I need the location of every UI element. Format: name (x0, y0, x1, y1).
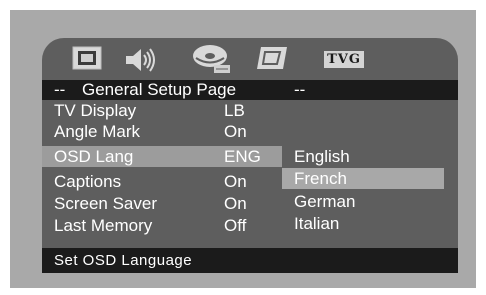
page-title: General Setup Page (82, 80, 237, 99)
option-label: German (294, 192, 356, 211)
help-text: Set OSD Language (54, 252, 193, 269)
speaker-icon[interactable] (124, 46, 162, 79)
option-label: Italian (294, 214, 340, 233)
setup-icon-bar: TVG (42, 38, 458, 80)
title-dash-left: -- (54, 80, 66, 99)
menu-item-label: Last Memory (54, 216, 153, 235)
title-dash-right: -- (294, 80, 306, 99)
menu-item-angle-mark[interactable]: Angle Mark On (42, 121, 282, 142)
menu-item-last-memory[interactable]: Last Memory Off (42, 215, 282, 236)
menu-item-value: LB (224, 101, 245, 120)
option-german[interactable]: German (282, 191, 444, 212)
monitor-icon[interactable] (72, 46, 102, 77)
menu-item-label: Angle Mark (54, 122, 140, 141)
disc-icon[interactable] (190, 43, 234, 80)
option-label: French (294, 169, 347, 188)
menu-item-tv-display[interactable]: TV Display LB (42, 100, 282, 121)
menu-item-osd-lang[interactable]: OSD Lang ENG (42, 146, 282, 167)
option-italian[interactable]: Italian (282, 213, 444, 234)
option-english[interactable]: English (282, 146, 444, 167)
option-label: English (294, 147, 350, 166)
help-bar: Set OSD Language (42, 248, 458, 273)
menu-item-label: Captions (54, 172, 122, 191)
menu-item-captions[interactable]: Captions On (42, 171, 282, 192)
menu-item-value: On (224, 122, 247, 141)
menu-item-label: TV Display (54, 101, 137, 120)
menu-item-value: On (224, 194, 247, 213)
tvg-tab[interactable]: TVG (324, 51, 364, 68)
option-french[interactable]: French (282, 168, 444, 189)
menu-item-value: Off (224, 216, 247, 235)
page-title-bar: -- General Setup Page -- (42, 80, 458, 100)
menu-item-label: Screen Saver (54, 194, 157, 213)
menu-item-value: On (224, 172, 247, 191)
osd-screen: TVG -- General Setup Page -- TV Display … (42, 38, 458, 273)
menu-item-label: OSD Lang (54, 147, 134, 166)
menu-item-screen-saver[interactable]: Screen Saver On (42, 193, 282, 214)
card-icon[interactable] (256, 46, 288, 75)
menu-item-value: ENG (224, 147, 261, 166)
